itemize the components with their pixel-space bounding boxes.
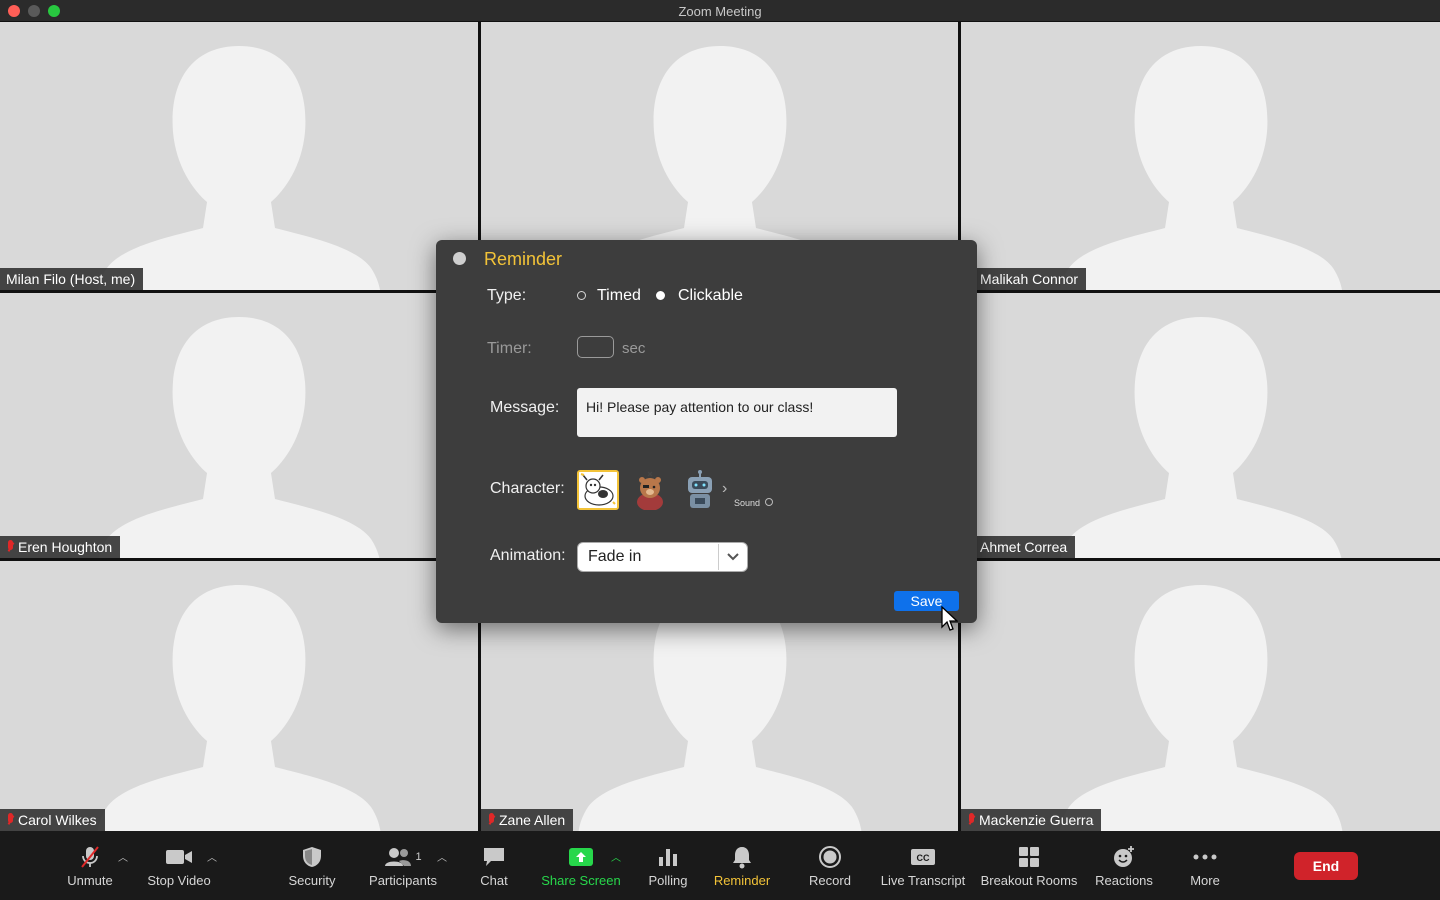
chat-button[interactable]: Chat (476, 831, 512, 900)
share-screen-icon (568, 845, 594, 869)
robot-character-option[interactable] (679, 470, 721, 510)
svg-text:CC: CC (917, 853, 930, 863)
participant-name-tag: Ahmet Correa (961, 536, 1076, 558)
reminder-button[interactable]: Reminder (712, 831, 772, 900)
mic-muted-icon (967, 813, 975, 827)
share-screen-button[interactable]: Share Screen (540, 831, 622, 900)
participant-name-tag: Carol Wilkes (0, 809, 105, 831)
record-button[interactable]: Record (806, 831, 854, 900)
timer-input[interactable] (577, 336, 614, 358)
dialog-title: Reminder (484, 249, 563, 269)
video-tile[interactable]: Carol Wilkes (0, 561, 478, 831)
cow-character-option[interactable] (577, 470, 619, 510)
video-camera-icon (165, 845, 193, 869)
participants-button[interactable]: 1 Participants (368, 831, 438, 900)
mic-muted-icon (6, 540, 14, 554)
type-timed-label[interactable]: Timed (597, 287, 641, 305)
mic-muted-icon (6, 813, 14, 827)
share-options-caret[interactable]: ︿ (611, 849, 621, 864)
message-input[interactable]: Hi! Please pay attention to our class! (577, 388, 897, 437)
chevron-right-icon[interactable]: › (722, 480, 727, 498)
avatar-silhouette (1059, 585, 1342, 831)
avatar-silhouette (1060, 317, 1341, 558)
avatar-silhouette (97, 585, 381, 831)
stop-video-button[interactable]: Stop Video (146, 831, 212, 900)
robot-icon (688, 470, 712, 508)
reactions-button[interactable]: Reactions (1093, 831, 1155, 900)
animation-value: Fade in (588, 548, 642, 565)
chevron-down-icon[interactable] (718, 544, 746, 570)
unmute-button[interactable]: Unmute (62, 831, 118, 900)
mic-muted-icon (487, 813, 495, 827)
avatar-silhouette (97, 46, 381, 290)
participants-icon: 1 (384, 845, 422, 869)
shield-icon (302, 845, 322, 869)
more-dots-icon (1193, 845, 1217, 869)
mouse-cursor-icon (941, 606, 958, 631)
message-label: Message: (490, 399, 560, 416)
security-button[interactable]: Security (285, 831, 339, 900)
video-tile[interactable]: Milan Filo (Host, me) (0, 22, 478, 290)
participant-name-tag: Zane Allen (481, 809, 574, 831)
participants-options-caret[interactable]: ︿ (437, 849, 447, 864)
animation-label: Animation: (490, 547, 566, 564)
end-meeting-button[interactable]: End (1294, 852, 1358, 880)
breakout-rooms-button[interactable]: Breakout Rooms (979, 831, 1079, 900)
animation-select[interactable]: Fade in (577, 542, 748, 572)
reminder-dialog: Reminder Type: Timed Clickable Timer: se… (436, 240, 977, 623)
avatar-silhouette (98, 317, 380, 558)
type-clickable-label[interactable]: Clickable (678, 287, 743, 305)
video-tile[interactable]: Eren Houghton (0, 293, 478, 558)
pirate-bear-icon (637, 471, 663, 510)
audio-options-caret[interactable]: ︿ (118, 849, 128, 864)
more-button[interactable]: More (1184, 831, 1226, 900)
sound-radio[interactable] (765, 498, 773, 506)
participants-count: 1 (415, 851, 422, 863)
mic-off-icon (78, 845, 102, 869)
participant-name-tag: Eren Houghton (0, 536, 121, 558)
live-transcript-button[interactable]: CC Live Transcript (878, 831, 968, 900)
video-tile[interactable]: Ahmet Correa (961, 293, 1440, 558)
cow-icon (579, 472, 617, 508)
sound-label: Sound (734, 498, 761, 508)
record-icon (818, 845, 842, 869)
type-timed-radio[interactable] (577, 291, 586, 300)
participant-name-tag: Mackenzie Guerra (961, 809, 1102, 831)
video-tile[interactable]: Malikah Connor (961, 22, 1440, 290)
timer-unit: sec (622, 340, 646, 357)
bar-chart-icon (657, 845, 679, 869)
timer-label: Timer: (487, 340, 532, 357)
closed-caption-icon: CC (910, 845, 936, 869)
add-emoji-icon (1112, 845, 1136, 869)
participant-name-tag: Malikah Connor (961, 268, 1087, 290)
dialog-close-dot[interactable] (453, 252, 466, 265)
character-label: Character: (490, 480, 565, 497)
type-label: Type: (487, 287, 527, 304)
video-tile[interactable]: Mackenzie Guerra (961, 561, 1440, 831)
video-options-caret[interactable]: ︿ (207, 849, 217, 864)
participant-name-tag: Milan Filo (Host, me) (0, 268, 144, 290)
title-bar: Zoom Meeting (0, 0, 1440, 22)
meeting-toolbar: Unmute ︿ Stop Video ︿ Security 1 Partici… (0, 831, 1440, 900)
grid-icon (1018, 845, 1040, 869)
bell-icon (731, 845, 753, 869)
chat-bubble-icon (482, 845, 506, 869)
window-title: Zoom Meeting (678, 4, 762, 19)
polling-button[interactable]: Polling (646, 831, 690, 900)
avatar-silhouette (1059, 46, 1342, 290)
pirate-bear-character-option[interactable] (629, 470, 671, 510)
type-clickable-radio[interactable] (656, 291, 665, 300)
